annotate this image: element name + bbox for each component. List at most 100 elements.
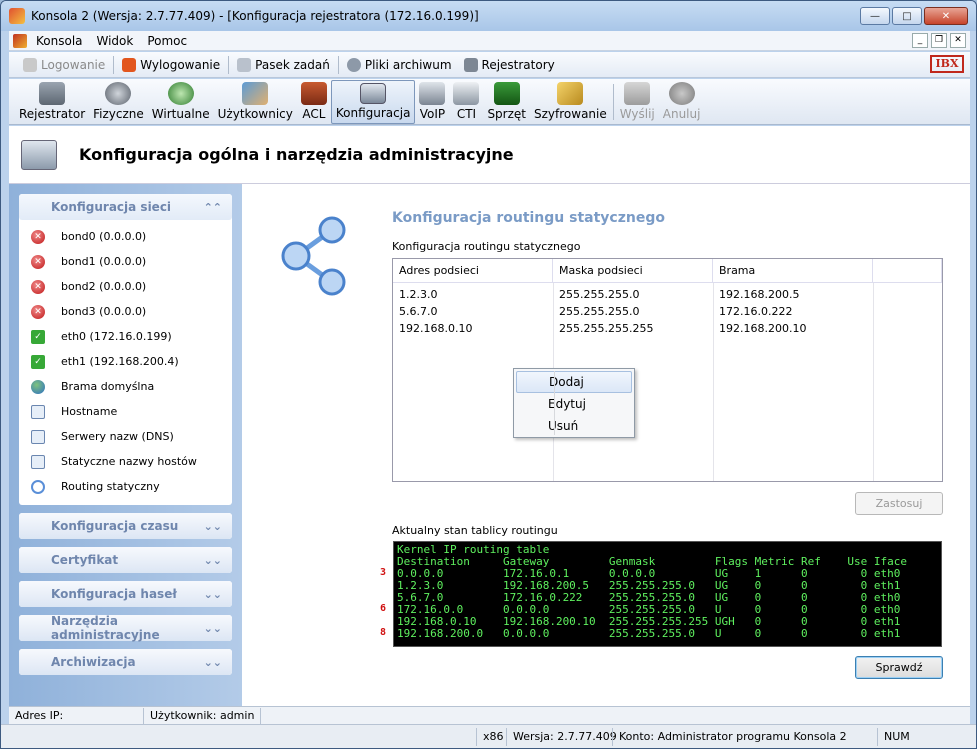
section-title: Konfiguracja routingu statycznego: [392, 210, 665, 226]
column-header-mask[interactable]: Maska podsieci: [553, 259, 713, 282]
main-content: Konfiguracja routingu statycznego Konfig…: [242, 184, 970, 706]
routing-icon: [31, 479, 45, 494]
chevron-down-icon: ⌄⌄: [203, 587, 222, 601]
logout-button[interactable]: Wylogowanie: [116, 55, 226, 75]
taskbar-button[interactable]: Pasek zadań: [231, 55, 336, 75]
tab-acl[interactable]: ACL: [297, 80, 331, 124]
sidebar-item-eth1[interactable]: ✓ eth1 (192.168.200.4): [31, 349, 232, 374]
sidebar-item-eth0[interactable]: ✓ eth0 (172.16.0.199): [31, 324, 232, 349]
check-icon: ✓: [31, 329, 45, 344]
error-icon: ✕: [31, 254, 45, 269]
context-menu: Dodaj Edytuj Usuń: [513, 368, 635, 438]
login-icon: [23, 57, 37, 72]
tab-configuration[interactable]: Konfiguracja: [330, 80, 416, 124]
tab-physical[interactable]: Fizyczne: [89, 80, 148, 124]
routing-table-label: Aktualny stan tablicy routingu: [392, 524, 558, 537]
phone-icon: [419, 82, 446, 105]
tab-virtual[interactable]: Wirtualne: [148, 80, 214, 124]
mdi-close-button[interactable]: ✕: [950, 33, 966, 48]
check-icon: ✓: [31, 354, 45, 369]
check-button[interactable]: Sprawdź: [855, 656, 943, 679]
main-window: Konsola 2 (Wersja: 2.7.77.409) - [Konfig…: [0, 0, 977, 749]
status-bar-session: Adres IP: 172.16.0.199 Użytkownik: admin: [9, 706, 970, 738]
sidebar-item-bond0[interactable]: ✕ bond0 (0.0.0.0): [31, 224, 232, 249]
cti-icon: [453, 82, 480, 105]
users-icon: [242, 82, 269, 105]
routing-table-output: Kernel IP routing table Destination Gatew…: [393, 541, 942, 647]
panel-time-config[interactable]: Konfiguracja czasu ⌄⌄: [19, 513, 232, 539]
static-routes-table[interactable]: Adres podsieci Maska podsieci Brama 1.2.…: [392, 258, 943, 482]
row-marker: 3: [379, 567, 386, 578]
recorder-icon: [39, 82, 66, 105]
menu-pomoc[interactable]: Pomoc: [140, 34, 194, 48]
mdi-minimize-button[interactable]: _: [912, 33, 928, 48]
sidebar-item-dns[interactable]: Serwery nazw (DNS): [31, 424, 232, 449]
column-header-subnet[interactable]: Adres podsieci: [393, 259, 553, 282]
status-version: Wersja: 2.7.77.409: [506, 728, 623, 746]
tab-hardware[interactable]: Sprzęt: [483, 80, 530, 124]
panel-header-network[interactable]: Konfiguracja sieci ⌃⌃: [19, 194, 232, 220]
terminal-line: 192.168.200.0 0.0.0.0 255.255.255.0 U 0 …: [397, 627, 901, 640]
maximize-button[interactable]: □: [892, 7, 922, 25]
send-button[interactable]: Wyślij: [616, 80, 659, 124]
sidebar-item-static-routing[interactable]: Routing statyczny: [31, 474, 232, 499]
status-bar-app: x86 Wersja: 2.7.77.409 Konto: Administra…: [1, 724, 976, 748]
acl-icon: [300, 82, 327, 105]
table-row[interactable]: 1.2.3.0 255.255.255.0 192.168.200.5: [393, 286, 942, 303]
sidebar-item-bond1[interactable]: ✕ bond1 (0.0.0.0): [31, 249, 232, 274]
menu-bar: Konsola Widok Pomoc _ ❐ ✕: [9, 31, 970, 51]
tab-cti[interactable]: CTI: [449, 80, 483, 124]
configuration-icon: [360, 83, 387, 104]
tab-users[interactable]: Użytkownicy: [214, 80, 297, 124]
menu-widok[interactable]: Widok: [90, 34, 141, 48]
error-icon: ✕: [31, 279, 45, 294]
virtual-speaker-icon: [167, 82, 194, 105]
logout-icon: [122, 57, 137, 72]
context-menu-edit[interactable]: Edytuj: [516, 393, 632, 415]
mdi-restore-button[interactable]: ❐: [931, 33, 947, 48]
routes-table-label: Konfiguracja routingu statycznego: [392, 240, 581, 253]
app-icon: [9, 8, 25, 24]
recorder-icon: [463, 57, 478, 72]
tab-voip[interactable]: VoIP: [415, 80, 449, 124]
sidebar-item-static-hosts[interactable]: Statyczne nazwy hostów: [31, 449, 232, 474]
globe-icon: [31, 379, 45, 394]
toolbar-session: Logowanie Wylogowanie Pasek zadań Pliki …: [9, 52, 970, 78]
brand-logo: IBX: [930, 55, 964, 73]
recorders-button[interactable]: Rejestratory: [458, 55, 561, 75]
toolbar-modules: Rejestrator Fizyczne Wirtualne Użytkowni…: [9, 79, 970, 125]
menu-konsola[interactable]: Konsola: [29, 34, 90, 48]
table-row[interactable]: 5.6.7.0 255.255.255.0 172.16.0.222: [393, 303, 942, 320]
tab-encryption[interactable]: Szyfrowanie: [530, 80, 611, 124]
sidebar-item-default-gateway[interactable]: Brama domyślna: [31, 374, 232, 399]
archive-files-button[interactable]: Pliki archiwum: [341, 55, 458, 75]
panel-archiving[interactable]: Archiwizacja ⌄⌄: [19, 649, 232, 675]
panel-admin-tools[interactable]: Narzędzia administracyjne ⌄⌄: [19, 614, 232, 642]
check-icon: [624, 82, 651, 105]
sidebar-item-bond3[interactable]: ✕ bond3 (0.0.0.0): [31, 299, 232, 324]
column-header-gateway[interactable]: Brama: [713, 259, 873, 282]
context-menu-delete[interactable]: Usuń: [516, 415, 632, 437]
chip-icon: [493, 82, 520, 105]
row-marker: 8: [379, 627, 386, 638]
cancel-button[interactable]: Anuluj: [659, 80, 705, 124]
apply-button[interactable]: Zastosuj: [855, 492, 943, 515]
row-markers: 3 6 8: [370, 541, 386, 639]
status-num: NUM: [877, 728, 975, 746]
share-routing-icon: [281, 216, 346, 296]
paperclip-icon: [237, 57, 252, 72]
panel-password-config[interactable]: Konfiguracja haseł ⌄⌄: [19, 581, 232, 607]
tab-recorder[interactable]: Rejestrator: [15, 80, 89, 124]
sidebar-item-bond2[interactable]: ✕ bond2 (0.0.0.0): [31, 274, 232, 299]
row-marker: 6: [379, 603, 386, 614]
panel-certificate[interactable]: Certyfikat ⌄⌄: [19, 547, 232, 573]
context-menu-add[interactable]: Dodaj: [516, 371, 632, 393]
close-button[interactable]: ✕: [924, 7, 968, 25]
login-button[interactable]: Logowanie: [17, 55, 111, 75]
page-header: Konfiguracja ogólna i narzędzia administ…: [9, 126, 970, 184]
page-title: Konfiguracja ogólna i narzędzia administ…: [79, 145, 514, 164]
minimize-button[interactable]: —: [860, 7, 890, 25]
sidebar-item-hostname[interactable]: Hostname: [31, 399, 232, 424]
table-row[interactable]: 192.168.0.10 255.255.255.255 192.168.200.1…: [393, 320, 942, 337]
status-arch: x86: [476, 728, 510, 746]
